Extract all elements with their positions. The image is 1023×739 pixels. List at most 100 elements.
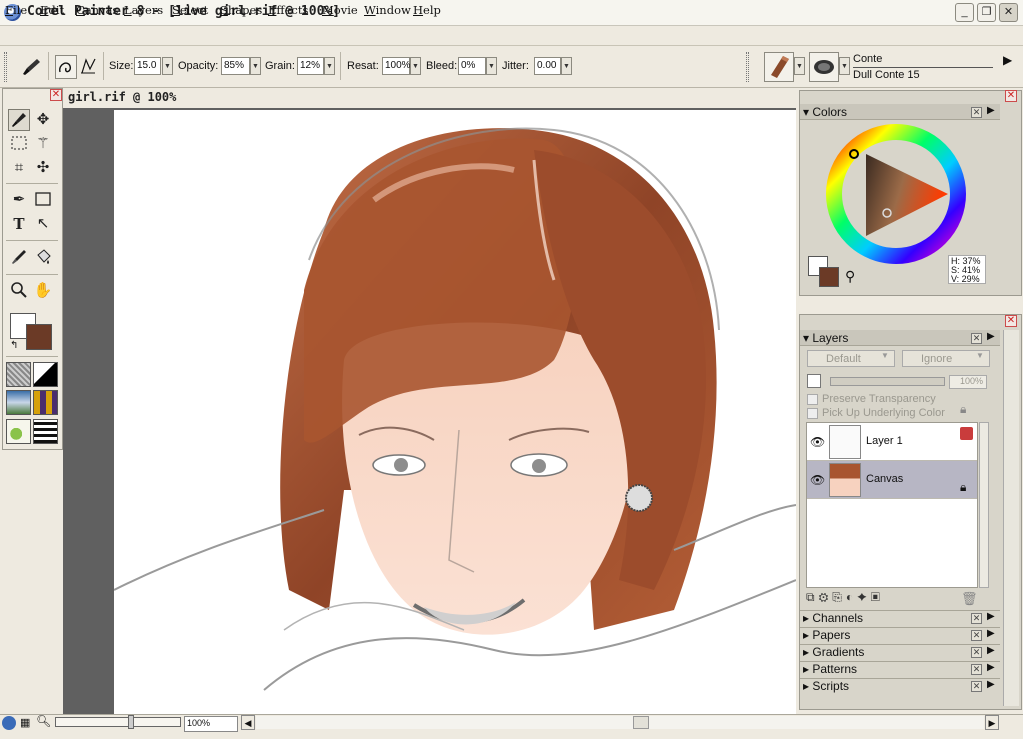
- menu-shapes[interactable]: Shapes: [220, 3, 262, 17]
- composite-depth-arrow[interactable]: ▼: [976, 351, 984, 360]
- straight-lines-icon[interactable]: [78, 55, 100, 79]
- nozzle-selector-icon[interactable]: [6, 419, 31, 444]
- scripts-panel-menu-arrow[interactable]: ▶: [987, 679, 995, 690]
- brush-selector-menu-arrow[interactable]: ▶: [1003, 53, 1012, 67]
- zoom-icon[interactable]: 🔍︎: [36, 714, 51, 728]
- eye-icon[interactable]: 👁︎: [810, 435, 825, 449]
- pen-icon[interactable]: ✒: [8, 189, 30, 211]
- menu-effects[interactable]: Effects: [268, 3, 308, 17]
- new-layer-icon[interactable]: ⎘: [832, 590, 846, 604]
- zoom-level-field[interactable]: 100%: [184, 716, 238, 732]
- menu-layers[interactable]: Layers: [124, 3, 163, 17]
- size-field[interactable]: 15.0: [134, 57, 161, 75]
- menu-edit[interactable]: Edit: [40, 3, 64, 17]
- brush-category-name[interactable]: Conte: [853, 53, 882, 65]
- scroll-left-button[interactable]: ◀: [241, 715, 255, 730]
- brush-selector-grip[interactable]: [746, 52, 749, 82]
- brush-category-dropdown[interactable]: ▼: [794, 57, 805, 75]
- colors-window-close-button[interactable]: ✕: [1005, 90, 1017, 102]
- jitter-dropdown[interactable]: ▼: [561, 57, 572, 75]
- jitter-field[interactable]: 0.00: [534, 57, 561, 75]
- menu-movie[interactable]: Movie: [322, 3, 358, 17]
- patterns-panel-menu-arrow[interactable]: ▶: [987, 662, 995, 673]
- layers-window-close-button[interactable]: ✕: [1005, 315, 1017, 327]
- papers-panel-menu-arrow[interactable]: ▶: [987, 628, 995, 639]
- selection-adjuster-icon[interactable]: ✣: [32, 157, 54, 179]
- paint-bucket-icon[interactable]: [32, 247, 54, 269]
- weaving-selector-icon[interactable]: [33, 390, 58, 415]
- restore-button[interactable]: ❐: [977, 3, 996, 22]
- shape-selection-icon[interactable]: ↖: [32, 213, 54, 235]
- channels-panel-close[interactable]: ✕: [971, 613, 982, 624]
- new-mask-icon[interactable]: ▣: [871, 590, 884, 604]
- lock-icon[interactable]: 🔒︎: [960, 402, 966, 417]
- scroll-right-button[interactable]: ▶: [985, 715, 999, 730]
- brush-variant-icon[interactable]: [809, 52, 839, 82]
- layer-adjuster-icon[interactable]: ✥: [32, 109, 54, 131]
- grabber-icon[interactable]: ✋: [32, 280, 54, 302]
- brush-category-icon[interactable]: [764, 52, 794, 82]
- eye-icon[interactable]: 👁︎: [810, 473, 825, 487]
- brush-variant-dropdown[interactable]: ▼: [839, 57, 850, 75]
- grain-field[interactable]: 12%: [297, 57, 324, 75]
- pick-up-underlying-checkbox[interactable]: [807, 408, 818, 419]
- menu-file[interactable]: File: [5, 3, 27, 17]
- composite-method-arrow[interactable]: ▼: [881, 351, 889, 360]
- horizontal-scroll-thumb[interactable]: [633, 716, 649, 729]
- look-selector-icon[interactable]: [33, 419, 58, 444]
- menu-canvas[interactable]: Canvas: [76, 3, 118, 17]
- opacity-field[interactable]: 85%: [221, 57, 250, 75]
- trash-icon[interactable]: 🗑︎: [961, 591, 978, 607]
- opacity-dropdown[interactable]: ▼: [250, 57, 261, 75]
- colors-panel-close[interactable]: ✕: [971, 107, 982, 118]
- dynamic-plugins-icon[interactable]: ⚙: [819, 590, 833, 604]
- layers-list-scrollbar[interactable]: [979, 422, 989, 588]
- size-dropdown[interactable]: ▼: [162, 57, 173, 75]
- menu-window[interactable]: Window: [364, 3, 411, 17]
- text-icon[interactable]: T: [8, 213, 30, 235]
- menu-select[interactable]: Select: [172, 3, 208, 17]
- scripts-panel-close[interactable]: ✕: [971, 681, 982, 692]
- papers-panel-close[interactable]: ✕: [971, 630, 982, 641]
- close-button[interactable]: ✕: [999, 3, 1018, 22]
- toolbar-grip[interactable]: [4, 52, 7, 82]
- resat-dropdown[interactable]: ▼: [410, 57, 421, 75]
- zoom-slider[interactable]: [55, 717, 181, 727]
- painting-canvas[interactable]: [114, 110, 796, 714]
- dropper-icon[interactable]: [8, 247, 30, 269]
- rectangle-select-icon[interactable]: [8, 133, 30, 155]
- main-color-swatch[interactable]: [26, 324, 52, 350]
- resat-field[interactable]: 100%: [382, 57, 411, 75]
- panels-scrollbar[interactable]: [1003, 330, 1019, 706]
- drawing-mode-icon[interactable]: [2, 716, 16, 730]
- gradient-selector-icon[interactable]: [33, 362, 58, 387]
- magic-wand-icon[interactable]: ⚚: [32, 133, 54, 155]
- layers-panel-close[interactable]: ✕: [971, 333, 982, 344]
- freehand-stroke-icon[interactable]: [55, 55, 77, 79]
- clone-color-icon[interactable]: ⚲: [845, 268, 855, 285]
- brush-tool-icon[interactable]: [18, 55, 44, 79]
- preserve-transparency-checkbox[interactable]: [807, 394, 818, 405]
- layer-opacity-slider[interactable]: [830, 377, 945, 386]
- brush-tool-icon[interactable]: [8, 109, 30, 131]
- colors-main-swatch[interactable]: [819, 267, 839, 287]
- pattern-selector-icon[interactable]: [6, 390, 31, 415]
- gradients-panel-menu-arrow[interactable]: ▶: [987, 645, 995, 656]
- gradients-panel-close[interactable]: ✕: [971, 647, 982, 658]
- brush-variant-name[interactable]: Dull Conte 15: [853, 69, 920, 81]
- crop-icon[interactable]: ⌗: [8, 157, 30, 179]
- layer-opacity-field[interactable]: 100%: [949, 375, 987, 389]
- bleed-field[interactable]: 0%: [458, 57, 486, 75]
- paper-selector-icon[interactable]: [6, 362, 31, 387]
- toolbox-close-button[interactable]: ✕: [50, 89, 62, 101]
- zoom-slider-handle[interactable]: [128, 715, 134, 729]
- layer-mask-icon[interactable]: ◐: [846, 590, 857, 604]
- rectangle-shape-icon[interactable]: [32, 189, 54, 211]
- swap-colors-icon[interactable]: ↰: [10, 340, 18, 351]
- colors-panel-menu-arrow[interactable]: ▶: [987, 105, 995, 116]
- magnifier-icon[interactable]: [8, 280, 30, 302]
- grain-dropdown[interactable]: ▼: [324, 57, 335, 75]
- patterns-panel-close[interactable]: ✕: [971, 664, 982, 675]
- bleed-dropdown[interactable]: ▼: [486, 57, 497, 75]
- horizontal-scrollbar[interactable]: [256, 716, 984, 729]
